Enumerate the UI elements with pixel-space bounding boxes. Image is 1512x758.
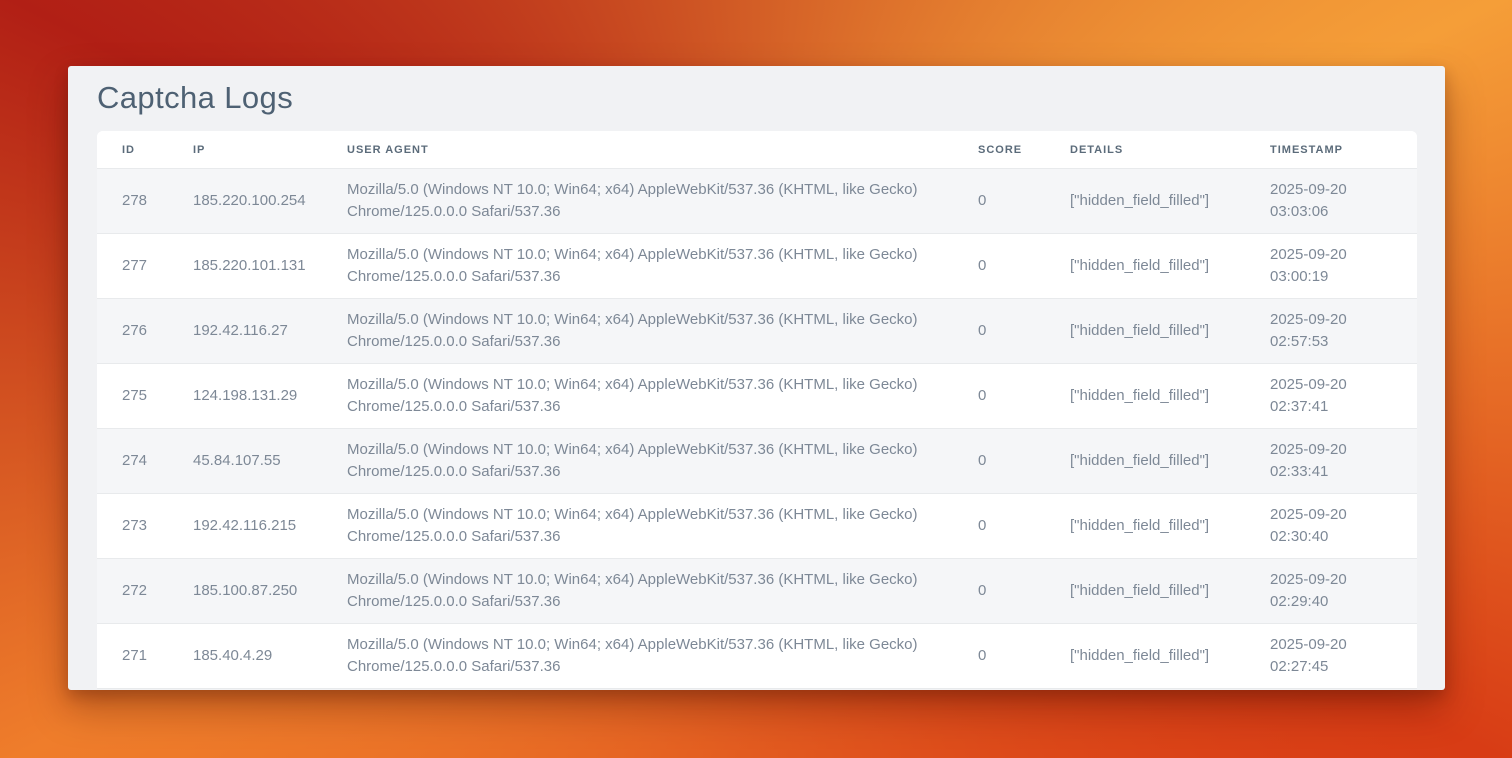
cell-id: 274 xyxy=(97,429,168,494)
table-row: 27445.84.107.55Mozilla/5.0 (Windows NT 1… xyxy=(97,429,1417,494)
cell-score: 0 xyxy=(953,364,1045,429)
cell-user-agent: Mozilla/5.0 (Windows NT 10.0; Win64; x64… xyxy=(322,234,953,299)
cell-ip: 45.84.107.55 xyxy=(168,429,322,494)
cell-score: 0 xyxy=(953,169,1045,234)
cell-details: ["hidden_field_filled"] xyxy=(1045,364,1245,429)
page-title: Captcha Logs xyxy=(97,80,293,116)
table-body: 278185.220.100.254Mozilla/5.0 (Windows N… xyxy=(97,169,1417,689)
cell-timestamp: 2025-09-20 02:30:40 xyxy=(1245,494,1417,559)
cell-timestamp: 2025-09-20 02:29:40 xyxy=(1245,559,1417,624)
cell-timestamp: 2025-09-20 03:03:06 xyxy=(1245,169,1417,234)
table-header-row: ID IP USER AGENT SCORE DETAILS TIMESTAMP xyxy=(97,131,1417,169)
cell-ip: 185.220.101.131 xyxy=(168,234,322,299)
cell-user-agent: Mozilla/5.0 (Windows NT 10.0; Win64; x64… xyxy=(322,429,953,494)
cell-id: 273 xyxy=(97,494,168,559)
cell-details: ["hidden_field_filled"] xyxy=(1045,429,1245,494)
cell-user-agent: Mozilla/5.0 (Windows NT 10.0; Win64; x64… xyxy=(322,559,953,624)
cell-timestamp: 2025-09-20 02:33:41 xyxy=(1245,429,1417,494)
cell-details: ["hidden_field_filled"] xyxy=(1045,624,1245,689)
cell-details: ["hidden_field_filled"] xyxy=(1045,299,1245,364)
cell-user-agent: Mozilla/5.0 (Windows NT 10.0; Win64; x64… xyxy=(322,299,953,364)
table-row: 273192.42.116.215Mozilla/5.0 (Windows NT… xyxy=(97,494,1417,559)
cell-ip: 192.42.116.215 xyxy=(168,494,322,559)
cell-timestamp: 2025-09-20 02:27:45 xyxy=(1245,624,1417,689)
cell-user-agent: Mozilla/5.0 (Windows NT 10.0; Win64; x64… xyxy=(322,494,953,559)
table-row: 276192.42.116.27Mozilla/5.0 (Windows NT … xyxy=(97,299,1417,364)
col-header-user-agent: USER AGENT xyxy=(322,131,953,169)
cell-id: 272 xyxy=(97,559,168,624)
cell-user-agent: Mozilla/5.0 (Windows NT 10.0; Win64; x64… xyxy=(322,364,953,429)
table-row: 271185.40.4.29Mozilla/5.0 (Windows NT 10… xyxy=(97,624,1417,689)
cell-ip: 124.198.131.29 xyxy=(168,364,322,429)
cell-score: 0 xyxy=(953,234,1045,299)
logs-table-container: ID IP USER AGENT SCORE DETAILS TIMESTAMP… xyxy=(97,131,1417,689)
cell-details: ["hidden_field_filled"] xyxy=(1045,559,1245,624)
cell-timestamp: 2025-09-20 03:00:19 xyxy=(1245,234,1417,299)
cell-id: 278 xyxy=(97,169,168,234)
cell-score: 0 xyxy=(953,299,1045,364)
table-row: 278185.220.100.254Mozilla/5.0 (Windows N… xyxy=(97,169,1417,234)
col-header-details: DETAILS xyxy=(1045,131,1245,169)
cell-score: 0 xyxy=(953,429,1045,494)
cell-id: 275 xyxy=(97,364,168,429)
table-row: 272185.100.87.250Mozilla/5.0 (Windows NT… xyxy=(97,559,1417,624)
captcha-logs-panel: Captcha Logs ID IP USER AGENT SCORE DETA… xyxy=(68,66,1445,690)
cell-timestamp: 2025-09-20 02:57:53 xyxy=(1245,299,1417,364)
cell-id: 271 xyxy=(97,624,168,689)
cell-details: ["hidden_field_filled"] xyxy=(1045,234,1245,299)
cell-score: 0 xyxy=(953,559,1045,624)
col-header-score: SCORE xyxy=(953,131,1045,169)
page-background: { "title": "Captcha Logs", "colors": { "… xyxy=(0,0,1512,758)
cell-timestamp: 2025-09-20 02:37:41 xyxy=(1245,364,1417,429)
cell-user-agent: Mozilla/5.0 (Windows NT 10.0; Win64; x64… xyxy=(322,169,953,234)
cell-details: ["hidden_field_filled"] xyxy=(1045,169,1245,234)
cell-score: 0 xyxy=(953,494,1045,559)
cell-id: 277 xyxy=(97,234,168,299)
captcha-logs-table: ID IP USER AGENT SCORE DETAILS TIMESTAMP… xyxy=(97,131,1417,689)
cell-user-agent: Mozilla/5.0 (Windows NT 10.0; Win64; x64… xyxy=(322,624,953,689)
table-row: 277185.220.101.131Mozilla/5.0 (Windows N… xyxy=(97,234,1417,299)
col-header-id: ID xyxy=(97,131,168,169)
cell-ip: 192.42.116.27 xyxy=(168,299,322,364)
col-header-ip: IP xyxy=(168,131,322,169)
cell-ip: 185.220.100.254 xyxy=(168,169,322,234)
cell-ip: 185.40.4.29 xyxy=(168,624,322,689)
table-header: ID IP USER AGENT SCORE DETAILS TIMESTAMP xyxy=(97,131,1417,169)
cell-id: 276 xyxy=(97,299,168,364)
table-row: 275124.198.131.29Mozilla/5.0 (Windows NT… xyxy=(97,364,1417,429)
cell-ip: 185.100.87.250 xyxy=(168,559,322,624)
cell-score: 0 xyxy=(953,624,1045,689)
cell-details: ["hidden_field_filled"] xyxy=(1045,494,1245,559)
col-header-timestamp: TIMESTAMP xyxy=(1245,131,1417,169)
